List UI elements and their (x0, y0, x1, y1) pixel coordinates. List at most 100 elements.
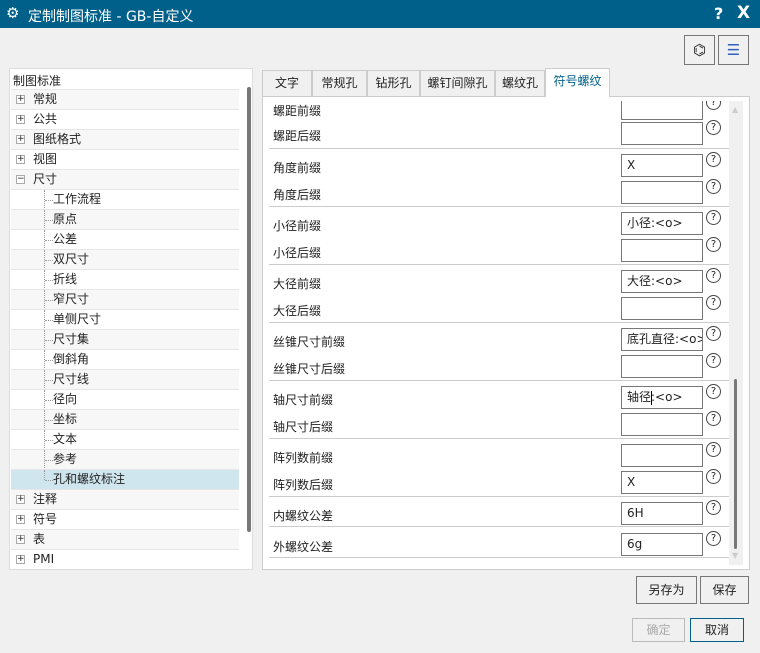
tree-item[interactable]: + PMI (11, 549, 239, 569)
field-value: X (627, 475, 636, 489)
field-input[interactable] (621, 239, 703, 262)
ok-button[interactable]: 确定 (632, 618, 685, 642)
expand-icon[interactable]: + (16, 495, 25, 504)
tree-item[interactable]: 双尺寸 (11, 249, 239, 270)
field-input[interactable]: 轴径:<o> (621, 386, 703, 409)
tree-item-label: 原点 (53, 212, 78, 226)
field-input[interactable]: X (621, 471, 703, 494)
tree-item[interactable]: 参考 (11, 449, 239, 470)
help-icon[interactable]: ? (706, 442, 721, 457)
field-input[interactable] (621, 122, 703, 145)
field-input[interactable] (621, 101, 703, 120)
tree-item[interactable]: 尺寸线 (11, 369, 239, 390)
tree-item[interactable]: 径向 (11, 389, 239, 410)
tree-item[interactable]: 折线 (11, 269, 239, 290)
expand-icon[interactable]: + (16, 95, 25, 104)
save-button[interactable]: 保存 (700, 576, 749, 604)
help-icon[interactable]: ? (706, 179, 721, 194)
tree-scrollbar[interactable] (247, 87, 251, 532)
expand-icon[interactable]: + (16, 535, 25, 544)
tree-item[interactable]: 尺寸集 (11, 329, 239, 350)
scroll-up-icon[interactable]: ▲ (732, 105, 738, 114)
collapse-icon[interactable]: − (16, 175, 25, 184)
help-icon[interactable]: ? (706, 295, 721, 310)
field-input[interactable] (621, 444, 703, 467)
save-as-button[interactable]: 另存为 (636, 576, 697, 604)
field-input[interactable]: 6H (621, 502, 703, 525)
help-icon[interactable]: ? (706, 469, 721, 484)
expand-icon[interactable]: + (16, 155, 25, 164)
field-input[interactable]: 6g (621, 533, 703, 556)
tree-item[interactable]: 倒斜角 (11, 349, 239, 370)
field-input[interactable] (621, 181, 703, 204)
help-icon[interactable]: ? (706, 120, 721, 135)
help-icon[interactable]: ? (706, 531, 721, 546)
help-icon[interactable]: ? (706, 326, 721, 341)
tree-item[interactable]: 单侧尺寸 (11, 309, 239, 330)
close-button[interactable]: X (737, 3, 750, 23)
tree-item[interactable]: + 图纸格式 (11, 129, 239, 149)
help-icon[interactable]: ? (706, 384, 721, 399)
tree-item[interactable]: − 尺寸 (11, 169, 239, 189)
tree-item-label: 参考 (53, 452, 78, 466)
tree-connector (45, 340, 53, 341)
field-input[interactable] (621, 297, 703, 320)
expand-icon[interactable]: + (16, 555, 25, 564)
field-value: 大径:<o> (627, 274, 683, 288)
tree-item[interactable]: + 表 (11, 529, 239, 549)
cancel-button[interactable]: 取消 (690, 618, 744, 642)
expand-icon[interactable]: + (16, 115, 25, 124)
help-icon[interactable]: ? (706, 500, 721, 515)
tree-item-label: 折线 (53, 272, 78, 286)
tree-connector (45, 240, 53, 241)
tree-item-label: 公差 (53, 232, 78, 246)
standards-tree[interactable]: 制图标准 + 常规 + 公共 + 图纸格式 + 视图 − 尺寸 工作流程 原点 公差 双尺寸 折线 窄尺寸 单侧… (9, 68, 253, 570)
help-icon[interactable]: ? (706, 268, 721, 283)
tree-item[interactable]: 坐标 (11, 409, 239, 430)
tab-2[interactable]: 钻形孔 (367, 70, 420, 96)
tree-connector (45, 320, 53, 321)
field-label: 内螺纹公差 (273, 509, 334, 523)
tree-connector (45, 220, 53, 221)
field-input[interactable]: 小径:<o> (621, 212, 703, 235)
tree-item-label: 倒斜角 (53, 352, 90, 366)
tab-5[interactable]: 符号螺纹 (545, 68, 610, 97)
field-input[interactable]: X (621, 154, 703, 177)
tree-item-label: 坐标 (53, 412, 78, 426)
tab-3[interactable]: 螺钉间隙孔 (420, 70, 495, 96)
tree-item[interactable]: + 常规 (11, 89, 239, 109)
help-icon[interactable]: ? (706, 411, 721, 426)
scroll-down-icon[interactable]: ▼ (732, 551, 738, 560)
tree-item[interactable]: + 符号 (11, 509, 239, 529)
help-icon[interactable]: ? (706, 237, 721, 252)
field-input[interactable] (621, 355, 703, 378)
panel-scrollbar[interactable]: ▲ ▼ (729, 101, 743, 565)
tree-item[interactable]: 文本 (11, 429, 239, 450)
tree-connector (45, 480, 53, 481)
tree-item[interactable]: 公差 (11, 229, 239, 250)
scroll-thumb[interactable] (734, 379, 737, 549)
tree-item[interactable]: 原点 (11, 209, 239, 230)
help-icon[interactable]: ? (706, 152, 721, 167)
tab-4[interactable]: 螺纹孔 (495, 70, 545, 96)
tree-item[interactable]: 窄尺寸 (11, 289, 239, 310)
tree-item[interactable]: + 视图 (11, 149, 239, 169)
tree-item[interactable]: 孔和螺纹标注 (11, 469, 239, 489)
field-input[interactable] (621, 413, 703, 436)
tree-item[interactable]: + 公共 (11, 109, 239, 129)
tree-item[interactable]: + 注释 (11, 489, 239, 509)
help-icon[interactable]: ? (706, 353, 721, 368)
help-icon[interactable]: ? (706, 101, 721, 110)
find-button[interactable]: ⌬ (684, 35, 715, 65)
help-button[interactable]: ? (714, 4, 723, 23)
help-icon[interactable]: ? (706, 210, 721, 225)
expand-icon[interactable]: + (16, 135, 25, 144)
settings-list-button[interactable]: ☰ (718, 35, 749, 65)
field-input[interactable]: 大径:<o> (621, 270, 703, 293)
expand-icon[interactable]: + (16, 515, 25, 524)
tree-item[interactable]: 工作流程 (11, 189, 239, 210)
title-bar: ⚙ 定制制图标准 - GB-自定义 ? X (0, 0, 760, 28)
tab-1[interactable]: 常规孔 (312, 70, 367, 96)
field-input[interactable]: 底孔直径:<o> (621, 328, 703, 351)
tab-0[interactable]: 文字 (262, 70, 312, 96)
